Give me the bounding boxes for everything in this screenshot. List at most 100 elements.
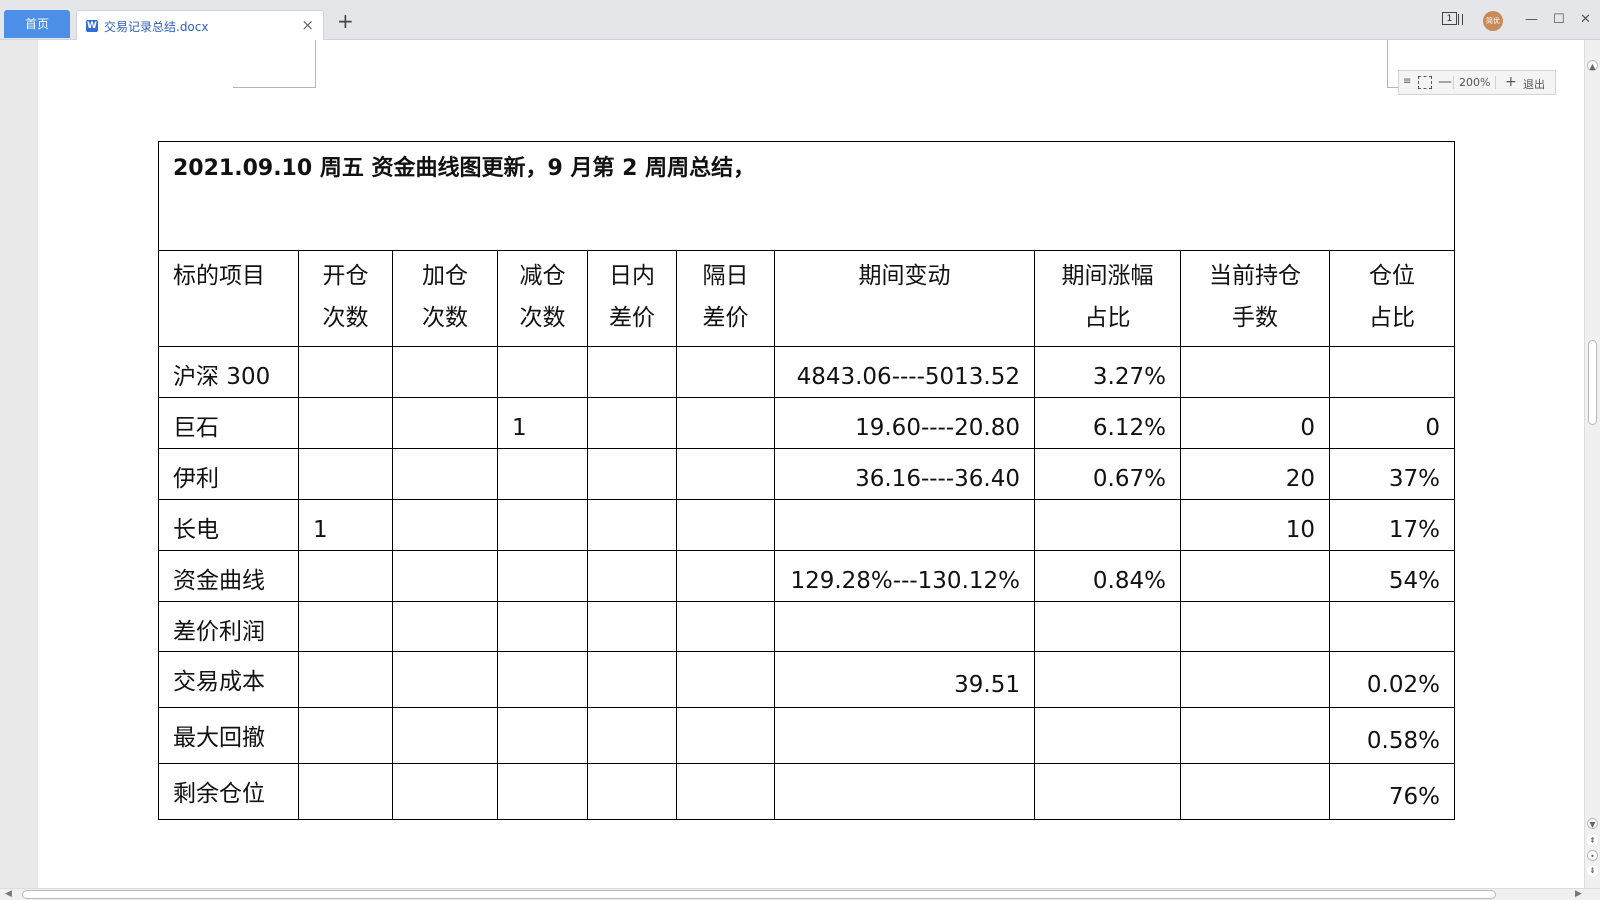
table-cell[interactable]: 54% [1329,550,1455,602]
scroll-up-icon[interactable]: ▲ [1587,60,1598,71]
tab-home[interactable]: 首页 [4,10,70,38]
row-label-cell[interactable]: 资金曲线 [158,550,299,602]
table-cell[interactable] [298,397,393,449]
table-cell[interactable] [497,499,588,551]
select-browse-icon[interactable]: • [1587,850,1598,861]
table-cell[interactable]: 0 [1329,397,1455,449]
prev-page-icon[interactable]: ⇞ [1587,835,1598,846]
new-tab-button[interactable]: + [337,11,354,31]
zoom-menu-icon[interactable]: ≡ [1403,76,1411,87]
scroll-down-icon[interactable]: ▼ [1587,818,1598,829]
table-cell[interactable] [392,651,498,708]
table-cell[interactable]: 3.27% [1034,346,1181,398]
table-cell[interactable]: 129.28%---130.12% [774,550,1035,602]
table-cell[interactable] [587,346,677,398]
table-cell[interactable]: 6.12% [1034,397,1181,449]
table-cell[interactable] [497,763,588,820]
fit-page-icon[interactable] [1418,76,1432,89]
zoom-out-button[interactable]: — [1438,74,1452,90]
table-cell[interactable]: 20 [1180,448,1330,500]
table-cell[interactable]: 0.58% [1329,707,1455,764]
scroll-right-icon[interactable]: ▶ [1575,889,1582,900]
table-cell[interactable]: 17% [1329,499,1455,551]
next-page-icon[interactable]: ⇟ [1587,865,1598,876]
zoom-level[interactable]: 200% [1453,76,1497,89]
table-cell[interactable] [676,707,775,764]
horizontal-scrollbar[interactable]: ◀ ▶ [0,888,1600,900]
table-cell[interactable] [676,499,775,551]
table-cell[interactable]: 1 [497,397,588,449]
table-header-cell[interactable]: 加仓 次数 [392,250,498,347]
exit-zoom-button[interactable]: 退出 [1523,76,1545,92]
table-cell[interactable] [676,601,775,652]
table-cell[interactable] [392,550,498,602]
table-cell[interactable] [298,346,393,398]
table-cell[interactable] [497,448,588,500]
table-cell[interactable] [392,397,498,449]
table-cell[interactable] [1180,707,1330,764]
table-cell[interactable] [587,707,677,764]
table-cell[interactable] [392,448,498,500]
table-cell[interactable] [587,448,677,500]
vertical-scroll-thumb[interactable] [1588,340,1597,425]
table-cell[interactable] [1034,651,1181,708]
page-count-icon[interactable]: 1 [1442,12,1457,25]
table-cell[interactable] [587,397,677,449]
table-header-cell[interactable]: 期间变动 [774,250,1035,347]
table-cell[interactable] [676,448,775,500]
table-cell[interactable] [774,601,1035,652]
table-cell[interactable] [497,550,588,602]
table-cell[interactable] [676,397,775,449]
table-cell[interactable] [298,448,393,500]
vertical-scrollbar[interactable]: ▲ ▼ ⇞ • ⇟ [1584,40,1600,888]
table-cell[interactable] [774,499,1035,551]
table-cell[interactable]: 0.67% [1034,448,1181,500]
tab-document[interactable]: W 交易记录总结.docx × [76,10,324,40]
table-cell[interactable]: 1 [298,499,393,551]
table-cell[interactable] [392,601,498,652]
tab-close-icon[interactable]: × [301,16,314,34]
zoom-in-button[interactable]: + [1505,74,1517,90]
table-cell[interactable] [298,707,393,764]
table-header-cell[interactable]: 开仓 次数 [298,250,393,347]
table-cell[interactable] [1180,601,1330,652]
table-cell[interactable] [392,499,498,551]
table-header-cell[interactable]: 标的项目 [158,250,299,347]
table-cell[interactable]: 0.02% [1329,651,1455,708]
maximize-button[interactable]: ☐ [1553,12,1565,27]
horizontal-scroll-thumb[interactable] [22,890,1496,899]
table-cell[interactable]: 36.16----36.40 [774,448,1035,500]
row-label-cell[interactable]: 沪深 300 [158,346,299,398]
table-cell[interactable] [587,499,677,551]
table-header-cell[interactable]: 当前持仓 手数 [1180,250,1330,347]
table-header-cell[interactable]: 期间涨幅 占比 [1034,250,1181,347]
table-cell[interactable] [1034,601,1181,652]
table-cell[interactable]: 37% [1329,448,1455,500]
table-cell[interactable] [1034,707,1181,764]
table-cell[interactable] [298,651,393,708]
table-cell[interactable] [676,763,775,820]
table-cell[interactable]: 0.84% [1034,550,1181,602]
table-cell[interactable] [497,707,588,764]
table-cell[interactable] [497,601,588,652]
table-cell[interactable] [1329,346,1455,398]
table-cell[interactable]: 39.51 [774,651,1035,708]
row-label-cell[interactable]: 剩余仓位 [158,763,299,820]
table-cell[interactable] [298,550,393,602]
table-cell[interactable]: 19.60----20.80 [774,397,1035,449]
scroll-left-icon[interactable]: ◀ [5,889,12,900]
table-cell[interactable] [587,763,677,820]
table-title[interactable]: 2021.09.10 周五 资金曲线图更新，9 月第 2 周周总结， [158,141,1455,251]
table-cell[interactable] [1180,651,1330,708]
table-cell[interactable] [298,763,393,820]
table-cell[interactable] [1180,550,1330,602]
table-cell[interactable] [676,346,775,398]
minimize-button[interactable]: — [1525,12,1538,27]
row-label-cell[interactable]: 最大回撤 [158,707,299,764]
close-window-button[interactable]: ✕ [1580,12,1591,27]
table-cell[interactable] [392,707,498,764]
table-cell[interactable] [392,346,498,398]
row-label-cell[interactable]: 交易成本 [158,651,299,708]
row-label-cell[interactable]: 差价利润 [158,601,299,652]
table-cell[interactable] [587,550,677,602]
